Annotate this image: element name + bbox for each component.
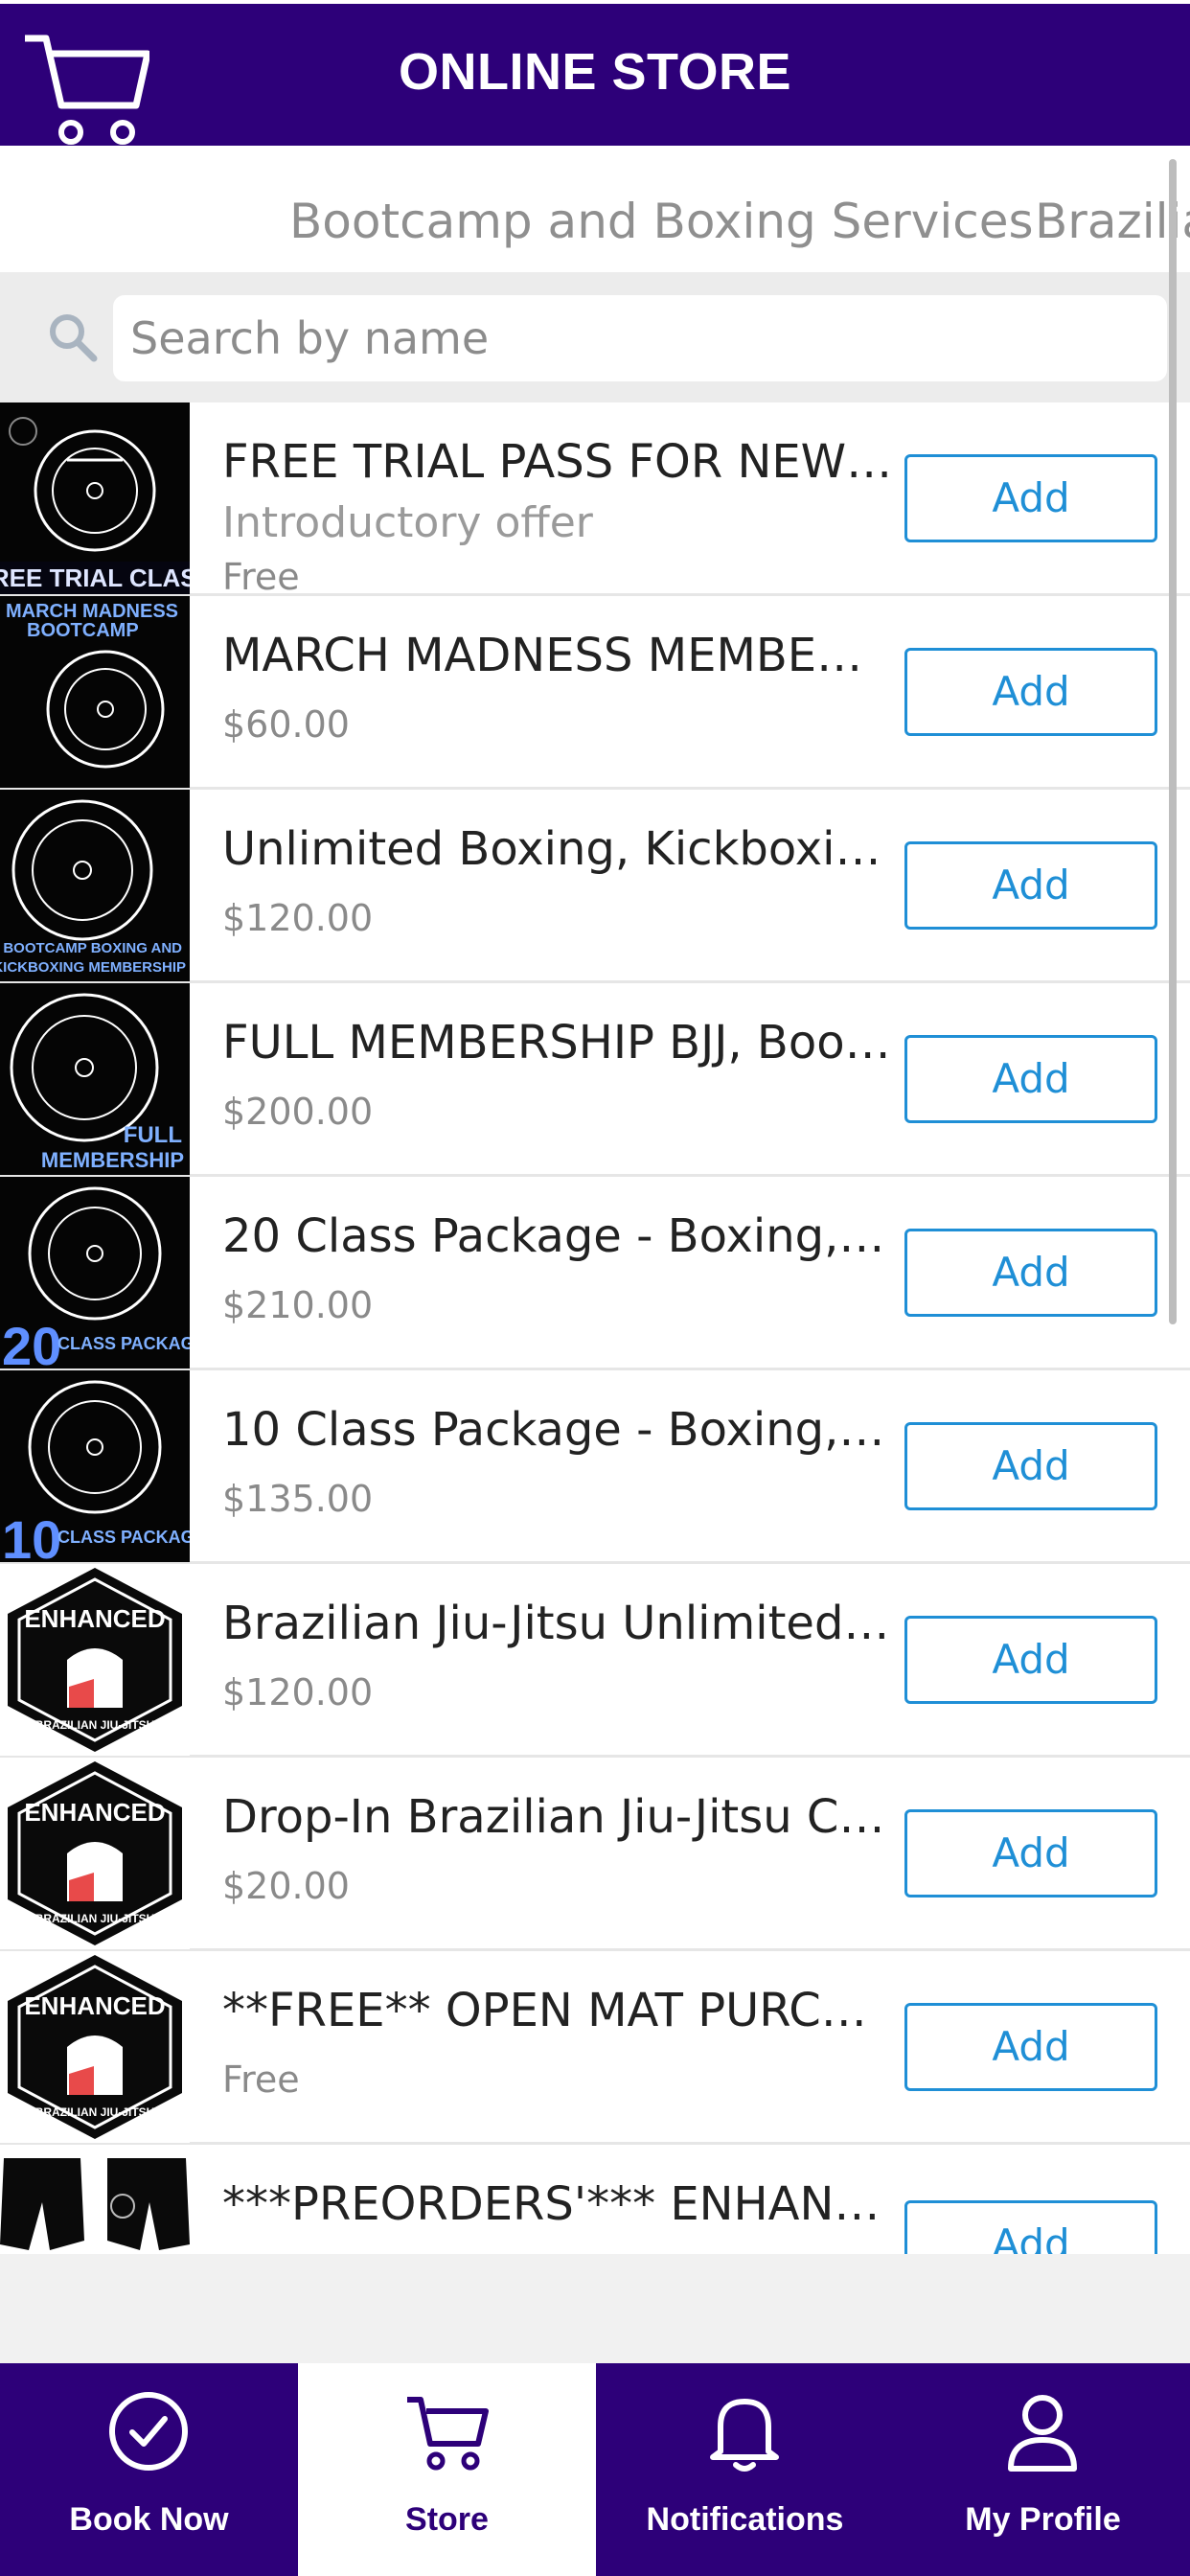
- add-button[interactable]: Add: [904, 648, 1157, 736]
- product-description: Introductory offer: [222, 498, 593, 547]
- app-header: ONLINE STORE: [0, 0, 1190, 146]
- product-name: **FREE** OPEN MAT PURCHASE: [222, 1984, 893, 2037]
- product-name: Brazilian Jiu-Jitsu Unlimited Membership: [222, 1597, 893, 1650]
- product-thumbnail: 10 CLASS PACKAGE: [0, 1370, 190, 1562]
- product-name: 20 Class Package - Boxing, Kickboxing: [222, 1209, 893, 1263]
- product-name: Drop-In Brazilian Jiu-Jitsu Class: [222, 1790, 893, 1844]
- bottom-tab-bar: Book Now Store Notifications My Profile: [0, 2363, 1190, 2576]
- product-price: Free: [222, 556, 300, 598]
- add-button[interactable]: Add: [904, 1422, 1157, 1510]
- search-icon: [50, 314, 98, 362]
- product-thumbnail: FREE TRIAL CLASS: [0, 402, 190, 594]
- thumb-label: FULL: [124, 1122, 182, 1148]
- thumb-label: ENHANCED: [24, 1798, 165, 1827]
- category-tabs: Bootcamp and Boxing Services Brazilian J…: [0, 146, 1190, 272]
- svg-text:KICKBOXING MEMBERSHIP: KICKBOXING MEMBERSHIP: [0, 959, 186, 976]
- tab-label: Book Now: [69, 2501, 229, 2538]
- add-button[interactable]: Add: [904, 454, 1157, 542]
- list-item[interactable]: ENHANCED BRAZILIAN JIU-JITSU **FREE** OP…: [0, 1951, 1190, 2145]
- tab-store[interactable]: Store: [298, 2363, 596, 2576]
- list-item[interactable]: BOOTCAMP BOXING AND KICKBOXING MEMBERSHI…: [0, 790, 1190, 983]
- list-item[interactable]: FULL MEMBERSHIP FULL MEMBERSHIP BJJ, Boo…: [0, 983, 1190, 1177]
- list-item[interactable]: 20 CLASS PACKAGE 20 Class Package - Boxi…: [0, 1177, 1190, 1370]
- svg-text:CLASS PACKAGE: CLASS PACKAGE: [57, 1334, 190, 1353]
- product-price: Free: [222, 2058, 300, 2101]
- thumb-label: MARCH MADNESS: [6, 601, 178, 622]
- tab-notifications[interactable]: Notifications: [596, 2363, 894, 2576]
- product-price: $120.00: [222, 897, 374, 939]
- list-item[interactable]: MARCH MADNESS BOOTCAMP MARCH MADNESS MEM…: [0, 596, 1190, 790]
- thumb-label: FREE TRIAL CLASS: [0, 564, 190, 592]
- product-price: $200.00: [222, 1091, 374, 1133]
- list-item[interactable]: ***PREORDERS'*** ENHANCED SHORTS Add: [0, 2145, 1190, 2254]
- product-thumbnail: ENHANCED BRAZILIAN JIU-JITSU: [0, 1758, 190, 1949]
- page-title: ONLINE STORE: [398, 43, 792, 101]
- product-name: Unlimited Boxing, Kickboxing and Bootcam…: [222, 822, 893, 876]
- add-button[interactable]: Add: [904, 2200, 1157, 2254]
- add-button[interactable]: Add: [904, 841, 1157, 930]
- product-thumbnail: 20 CLASS PACKAGE: [0, 1177, 190, 1368]
- thumb-label: 20: [2, 1316, 61, 1368]
- svg-text:BOOTCAMP: BOOTCAMP: [27, 620, 139, 641]
- product-list: FREE TRIAL CLASS FREE TRIAL PASS FOR NEW…: [0, 402, 1190, 2254]
- svg-text:BRAZILIAN JIU-JITSU: BRAZILIAN JIU-JITSU: [35, 1912, 155, 1925]
- check-circle-icon: [109, 2392, 188, 2471]
- tab-label: Notifications: [646, 2501, 844, 2538]
- add-button[interactable]: Add: [904, 1809, 1157, 1898]
- tab-bootcamp-boxing[interactable]: Bootcamp and Boxing Services: [289, 194, 1034, 249]
- thumb-label: BOOTCAMP BOXING AND: [3, 940, 182, 956]
- svg-text:CLASS PACKAGE: CLASS PACKAGE: [57, 1528, 190, 1547]
- product-price: $120.00: [222, 1671, 374, 1714]
- person-icon: [1008, 2395, 1077, 2472]
- list-item[interactable]: 10 CLASS PACKAGE 10 Class Package - Boxi…: [0, 1370, 1190, 1564]
- thumb-label: ENHANCED: [24, 1991, 165, 2020]
- product-price: $20.00: [222, 1865, 350, 1907]
- svg-text:MEMBERSHIP: MEMBERSHIP: [41, 1148, 184, 1172]
- product-thumbnail: MARCH MADNESS BOOTCAMP: [0, 596, 190, 788]
- tab-book-now[interactable]: Book Now: [0, 2363, 298, 2576]
- product-name: FULL MEMBERSHIP BJJ, Bootcamp, Boxing: [222, 1016, 893, 1070]
- add-button[interactable]: Add: [904, 1616, 1157, 1704]
- add-button[interactable]: Add: [904, 2003, 1157, 2091]
- svg-text:BRAZILIAN JIU-JITSU: BRAZILIAN JIU-JITSU: [35, 1718, 155, 1732]
- scrollbar[interactable]: [1169, 159, 1177, 1324]
- thumb-label: 10: [2, 1509, 61, 1562]
- tab-brazilian-jiu-jitsu[interactable]: Brazilian Jiu-Jitsu: [1035, 194, 1190, 249]
- product-price: $210.00: [222, 1284, 374, 1326]
- product-name: 10 Class Package - Boxing, Kickboxing: [222, 1403, 893, 1457]
- search-bar: [0, 272, 1190, 402]
- product-name: FREE TRIAL PASS FOR NEW VISITORS: [222, 435, 893, 489]
- product-thumbnail: ENHANCED BRAZILIAN JIU-JITSU: [0, 1951, 190, 2143]
- product-thumbnail: FULL MEMBERSHIP: [0, 983, 190, 1175]
- product-thumbnail: ENHANCED BRAZILIAN JIU-JITSU: [0, 1564, 190, 1756]
- product-price: $135.00: [222, 1478, 374, 1520]
- bell-icon: [710, 2399, 779, 2472]
- product-name: MARCH MADNESS MEMBERSHIP: [222, 629, 893, 682]
- add-button[interactable]: Add: [904, 1035, 1157, 1123]
- search-input[interactable]: [113, 295, 1167, 381]
- list-item[interactable]: ENHANCED BRAZILIAN JIU-JITSU Drop-In Bra…: [0, 1758, 1190, 1951]
- cart-icon: [407, 2397, 489, 2471]
- tab-label: Store: [405, 2501, 489, 2538]
- add-button[interactable]: Add: [904, 1229, 1157, 1317]
- product-price: $60.00: [222, 703, 350, 746]
- product-name: ***PREORDERS'*** ENHANCED SHORTS: [222, 2177, 893, 2231]
- list-item[interactable]: ENHANCED BRAZILIAN JIU-JITSU Brazilian J…: [0, 1564, 1190, 1758]
- tab-my-profile[interactable]: My Profile: [894, 2363, 1190, 2576]
- svg-text:BRAZILIAN JIU-JITSU: BRAZILIAN JIU-JITSU: [35, 2105, 155, 2119]
- list-item[interactable]: FREE TRIAL CLASS FREE TRIAL PASS FOR NEW…: [0, 402, 1190, 598]
- thumb-label: ENHANCED: [24, 1604, 165, 1633]
- product-thumbnail: [0, 2145, 190, 2254]
- tab-label: My Profile: [965, 2501, 1121, 2538]
- product-thumbnail: BOOTCAMP BOXING AND KICKBOXING MEMBERSHI…: [0, 790, 190, 981]
